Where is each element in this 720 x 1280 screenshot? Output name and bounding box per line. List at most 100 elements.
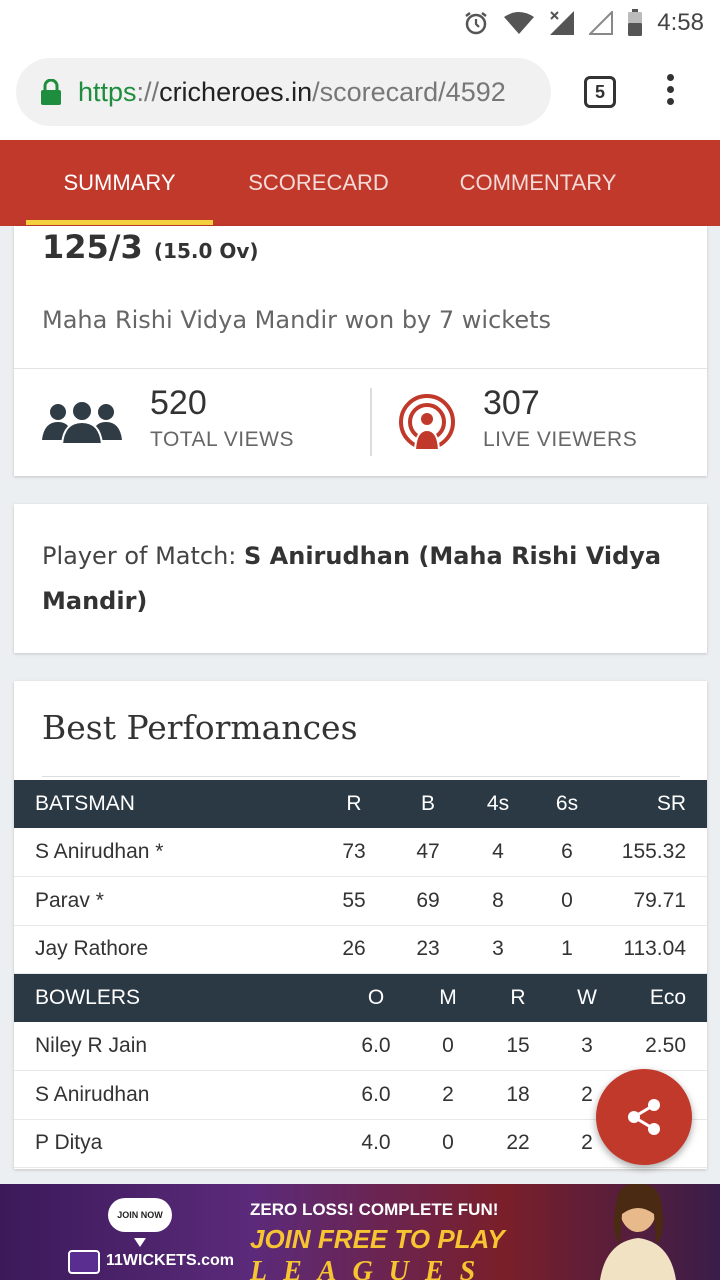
url-text: https://cricheroes.in/scorecard/4592 — [78, 77, 506, 108]
stat-cell: 0 — [413, 1022, 483, 1071]
total-views-count: 520 — [150, 384, 207, 422]
browser-toolbar: https://cricheroes.in/scorecard/4592 5 — [0, 46, 720, 140]
ad-brand: 11WICKETS.com — [106, 1252, 235, 1269]
best-performances-title: Best Performances — [42, 708, 358, 747]
stat-cell: 4 — [462, 828, 534, 877]
battery-icon — [628, 9, 643, 36]
signal-empty-icon — [589, 11, 614, 35]
stat-cell: 3 — [462, 925, 534, 974]
ad-headline: ZERO LOSS! COMPLETE FUN! — [250, 1200, 499, 1219]
stat-cell: 79.71 — [600, 876, 707, 926]
active-tab-indicator — [26, 220, 213, 225]
url-separator: :// — [136, 76, 160, 107]
bowler-column-header: BOWLERS — [14, 974, 339, 1022]
stat-cell: 155.32 — [600, 828, 707, 877]
match-result: Maha Rishi Vidya Mandir won by 7 wickets — [42, 306, 552, 334]
stat-cell: 3 — [553, 1022, 621, 1071]
live-viewers-count: 307 — [483, 384, 540, 422]
card-divider — [14, 368, 707, 369]
ad-subline: JOIN FREE TO PLAY — [250, 1224, 505, 1254]
player-name: Parav * — [14, 876, 314, 926]
wifi-icon — [504, 12, 535, 34]
url-path: /scorecard/4592 — [312, 76, 506, 107]
stat-cell: 6.0 — [339, 1022, 413, 1071]
stat-cell: 23 — [394, 925, 462, 974]
strike-rate-column-header: SR — [600, 780, 707, 828]
lock-icon — [41, 79, 61, 105]
url-host: cricheroes.in — [159, 76, 313, 107]
stat-cell: 6.0 — [339, 1070, 413, 1120]
total-views-label: TOTAL VIEWS — [150, 428, 294, 451]
fours-column-header: 4s — [462, 780, 534, 828]
sixes-column-header: 6s — [534, 780, 600, 828]
overs-value: (15.0 Ov) — [153, 239, 259, 263]
wickets-column-header: W — [553, 974, 621, 1022]
users-icon — [42, 400, 122, 444]
bowling-header-row: BOWLERS O M R W Eco — [14, 974, 707, 1022]
ad-join-button[interactable]: JOIN NOW — [108, 1198, 172, 1232]
share-button[interactable] — [596, 1069, 692, 1165]
player-name: Niley R Jain — [14, 1022, 339, 1071]
player-of-match-label: Player of Match: — [42, 542, 245, 570]
economy-column-header: Eco — [621, 974, 707, 1022]
status-icons: 4:58 — [463, 6, 704, 40]
table-row[interactable]: Niley R Jain 6.0 0 15 3 2.50 — [14, 1022, 707, 1071]
share-icon — [628, 1099, 660, 1135]
stat-cell: 15 — [483, 1022, 553, 1071]
status-bar: 4:58 — [0, 0, 720, 46]
maidens-column-header: M — [413, 974, 483, 1022]
batsman-column-header: BATSMAN — [14, 780, 314, 828]
url-scheme: https — [78, 76, 137, 107]
table-row[interactable]: Jay Rathore 26 23 3 1 113.04 — [14, 925, 707, 974]
score-value: 125/3 — [42, 228, 143, 266]
alarm-icon — [465, 12, 488, 35]
player-name: S Anirudhan * — [14, 828, 314, 877]
tab-summary[interactable]: SUMMARY — [26, 140, 213, 226]
table-row[interactable]: S Anirudhan * 73 47 4 6 155.32 — [14, 828, 707, 877]
batting-table: BATSMAN R B 4s 6s SR S Anirudhan * 73 47… — [14, 780, 707, 974]
stat-cell: 18 — [483, 1070, 553, 1120]
team-score: 125/3 (15.0 Ov) — [42, 228, 259, 266]
runs-column-header: R — [314, 780, 394, 828]
ad-tagline: LEAGUES — [250, 1256, 492, 1280]
stat-cell: 22 — [483, 1119, 553, 1168]
ad-logo-icon — [68, 1250, 100, 1274]
address-bar[interactable]: https://cricheroes.in/scorecard/4592 — [16, 58, 551, 126]
table-row[interactable]: Parav * 55 69 8 0 79.71 — [14, 876, 707, 926]
stat-cell: 8 — [462, 876, 534, 926]
runs-conceded-column-header: R — [483, 974, 553, 1022]
title-divider — [42, 776, 680, 777]
tab-commentary[interactable]: COMMENTARY — [440, 140, 636, 226]
stat-cell: 55 — [314, 876, 394, 926]
stat-cell: 73 — [314, 828, 394, 877]
balls-column-header: B — [394, 780, 462, 828]
live-viewers-label: LIVE VIEWERS — [483, 428, 638, 451]
batting-header-row: BATSMAN R B 4s 6s SR — [14, 780, 707, 828]
stat-cell: 6 — [534, 828, 600, 877]
stats-divider — [370, 388, 372, 456]
tab-scorecard[interactable]: SCORECARD — [226, 140, 411, 226]
overs-column-header: O — [339, 974, 413, 1022]
stat-cell: 1 — [534, 925, 600, 974]
stat-cell: 113.04 — [600, 925, 707, 974]
live-broadcast-icon — [399, 394, 455, 451]
stat-cell: 0 — [534, 876, 600, 926]
player-name: Jay Rathore — [14, 925, 314, 974]
stat-cell: 4.0 — [339, 1119, 413, 1168]
player-name: P Ditya — [14, 1119, 339, 1168]
player-name: S Anirudhan — [14, 1070, 339, 1120]
browser-menu-icon[interactable] — [660, 74, 680, 110]
stat-cell: 2 — [413, 1070, 483, 1120]
match-tab-bar: SUMMARY SCORECARD COMMENTARY — [0, 140, 720, 226]
stat-cell: 2.50 — [621, 1022, 707, 1071]
stat-cell: 47 — [394, 828, 462, 877]
tab-switcher-button[interactable]: 5 — [584, 76, 616, 108]
stat-cell: 0 — [413, 1119, 483, 1168]
advertisement-banner[interactable]: ​ JOIN NOW 11WICKETS.com ZERO LOSS! COMP… — [0, 1184, 720, 1280]
stat-cell: 26 — [314, 925, 394, 974]
ad-model-image — [600, 1184, 676, 1280]
stat-cell: 69 — [394, 876, 462, 926]
player-of-match: Player of Match: S Anirudhan (Maha Rishi… — [42, 534, 662, 624]
ad-arrow-icon — [134, 1238, 146, 1247]
signal-icon — [550, 11, 575, 35]
